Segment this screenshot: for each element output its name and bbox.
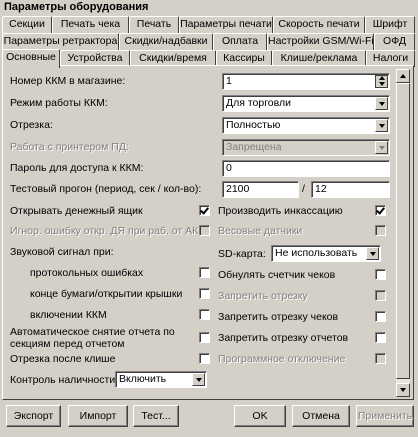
mode-value: Для торговли: [226, 97, 291, 109]
tab-font[interactable]: Шрифт: [365, 16, 415, 33]
auto-report-label: Автоматическое снятие отчета по секциям …: [10, 326, 175, 350]
printer-work-label: Работа с принтером ПД:: [10, 141, 129, 153]
test-button[interactable]: Тест...: [133, 405, 179, 427]
reset-counter-label: Обнулять счетчик чеков: [218, 269, 336, 281]
tab-row-2: Параметры ретрактора Скидки/надбавки Опл…: [2, 33, 416, 50]
forbid-cut-checks-label: Запретить отрезку чеков: [218, 311, 339, 323]
tab-print-params[interactable]: Параметры печати: [179, 16, 273, 33]
spin-arrows-icon[interactable]: [375, 75, 388, 88]
tab-print-speed[interactable]: Скорость печати: [273, 16, 365, 33]
equipment-settings-window: Параметры оборудования Секции Печать чек…: [0, 0, 418, 437]
vertical-scrollbar[interactable]: [396, 69, 410, 397]
ok-button[interactable]: OK: [234, 405, 286, 427]
tab-gsm-wifi[interactable]: Настройки GSM/Wi-Fi: [267, 33, 374, 50]
sd-card-value: Не использовать: [275, 247, 358, 259]
tab-sections[interactable]: Секции: [2, 16, 52, 33]
weight-sensors-checkbox[interactable]: [375, 225, 386, 236]
protocol-errors-label: протокольных ошибках: [30, 267, 144, 279]
tab-payment[interactable]: Оплата: [213, 33, 267, 50]
program-off-label: Программное отключение: [218, 353, 346, 365]
paper-end-checkbox[interactable]: [199, 288, 210, 299]
scroll-up-icon[interactable]: [396, 69, 410, 83]
chevron-down-icon[interactable]: [192, 373, 205, 386]
kkm-number-value: 1: [226, 75, 232, 87]
open-drawer-label: Открывать денежный ящик: [10, 205, 143, 217]
kkm-number-input[interactable]: 1: [222, 73, 390, 90]
forbid-cut-checkbox[interactable]: [375, 290, 386, 301]
export-button[interactable]: Экспорт: [6, 405, 61, 427]
password-input[interactable]: 0: [222, 160, 390, 177]
ignore-fn-error-label: Игнор. ошибку откр. ДЯ при раб. от АКБ: [10, 225, 206, 237]
forbid-cut-label: Запретить отрезку: [218, 290, 308, 302]
reset-counter-checkbox[interactable]: [375, 269, 386, 280]
test-run-label: Тестовый прогон (период, сек / кол-во):: [10, 183, 202, 195]
test-run-count-input[interactable]: 12: [311, 181, 390, 198]
collection-checkbox[interactable]: [375, 205, 386, 216]
mode-select[interactable]: Для торговли: [222, 95, 390, 112]
scroll-down-icon[interactable]: [396, 383, 410, 397]
tab-row-1: Секции Печать чека Печать Параметры печа…: [2, 16, 416, 33]
test-run-separator: /: [302, 183, 305, 195]
protocol-errors-checkbox[interactable]: [199, 267, 210, 278]
test-run-period-input[interactable]: 2100: [222, 181, 299, 198]
cut-label: Отрезка:: [10, 119, 53, 131]
password-label: Пароль для доступа к ККМ:: [10, 162, 144, 174]
tab-discounts[interactable]: Скидки/надбавки: [119, 33, 213, 50]
cancel-button[interactable]: Отмена: [292, 405, 350, 427]
forbid-cut-reports-label: Запретить отрезку отчетов: [218, 332, 349, 344]
import-button[interactable]: Импорт: [68, 405, 128, 427]
tab-ofd[interactable]: ОФД: [374, 33, 415, 50]
sd-card-label: SD-карта:: [218, 248, 266, 260]
paper-end-label: конце бумаги/открытии крышки: [30, 288, 183, 300]
cut-value: Полностью: [226, 119, 281, 131]
tab-print[interactable]: Печать: [129, 16, 179, 33]
tab-receipt-print[interactable]: Печать чека: [52, 16, 129, 33]
cash-control-value: Включить: [119, 373, 167, 385]
chevron-down-icon[interactable]: [375, 141, 388, 154]
sound-signal-label: Звуковой сигнал при:: [10, 246, 114, 258]
forbid-cut-reports-checkbox[interactable]: [375, 332, 386, 343]
mode-label: Режим работы ККМ:: [10, 97, 108, 109]
open-drawer-checkbox[interactable]: [199, 205, 210, 216]
window-title: Параметры оборудования: [0, 0, 418, 14]
kkm-on-checkbox[interactable]: [199, 309, 210, 320]
kkm-on-label: включении ККМ: [30, 309, 107, 321]
kkm-number-label: Номер ККМ в магазине:: [10, 75, 126, 87]
weight-sensors-label: Весовые датчики: [218, 225, 303, 237]
ignore-fn-error-checkbox[interactable]: [199, 225, 210, 236]
cut-select[interactable]: Полностью: [222, 117, 390, 134]
cash-control-label: Контроль наличности:: [10, 374, 119, 386]
chevron-down-icon[interactable]: [375, 97, 388, 110]
tab-basic[interactable]: Основные: [2, 49, 60, 68]
collection-label: Производить инкассацию: [218, 205, 343, 217]
printer-work-value: Запрещена: [226, 141, 282, 153]
sd-card-select[interactable]: Не использовать: [271, 245, 381, 262]
printer-work-select[interactable]: Запрещена: [222, 139, 390, 156]
chevron-down-icon[interactable]: [375, 119, 388, 132]
cut-after-cliche-label: Отрезка после клише: [10, 353, 116, 365]
auto-report-checkbox[interactable]: [199, 332, 210, 343]
cash-control-select[interactable]: Включить: [115, 371, 207, 388]
chevron-down-icon[interactable]: [366, 247, 379, 260]
forbid-cut-checks-checkbox[interactable]: [375, 311, 386, 322]
cut-after-cliche-checkbox[interactable]: [199, 353, 210, 364]
tab-retractor-params[interactable]: Параметры ретрактора: [2, 33, 119, 50]
scroll-thumb[interactable]: [396, 83, 410, 379]
program-off-checkbox[interactable]: [375, 353, 386, 364]
apply-button[interactable]: Применить: [356, 405, 414, 427]
